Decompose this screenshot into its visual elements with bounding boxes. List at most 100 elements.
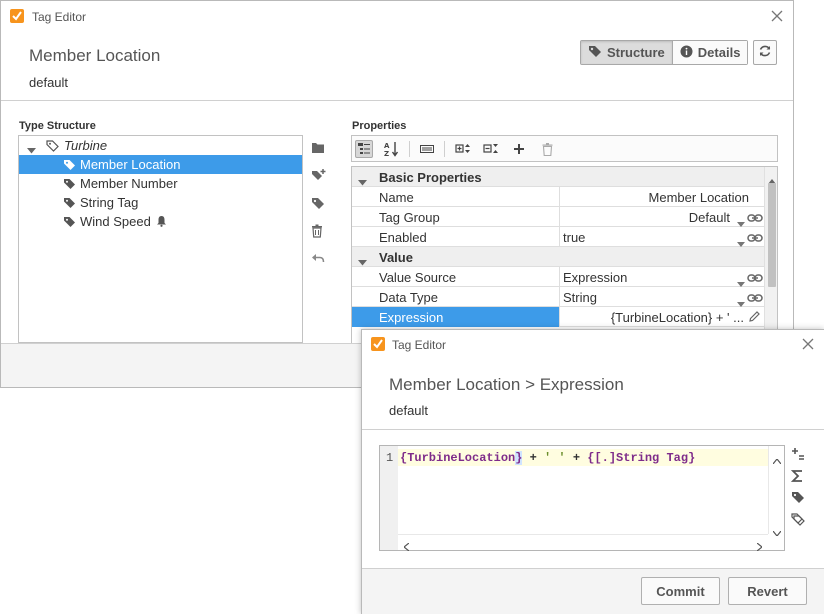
tag-icon: [63, 196, 76, 212]
property-value-cell[interactable]: Member Location: [559, 187, 764, 206]
property-value-cell[interactable]: Default: [559, 207, 764, 227]
sort-alphabetical-icon[interactable]: AZ: [383, 140, 401, 158]
tag-provider-label: default: [389, 403, 429, 418]
trash-icon[interactable]: [538, 140, 556, 158]
tag-icon: [63, 158, 76, 174]
revert-button[interactable]: Revert: [728, 577, 807, 605]
structure-toggle-button[interactable]: Structure: [581, 41, 672, 64]
tag-icon: [63, 177, 76, 193]
details-toggle-button[interactable]: Details: [671, 41, 748, 64]
svg-text:A: A: [384, 142, 390, 150]
function-sigma-icon[interactable]: [790, 469, 807, 485]
tag-icon[interactable]: [311, 196, 327, 212]
properties-label: Properties: [352, 120, 407, 132]
close-icon[interactable]: [800, 336, 816, 352]
property-value: Expression: [563, 270, 628, 285]
tag-provider-label: default: [29, 75, 69, 90]
property-value-cell[interactable]: String: [559, 287, 764, 307]
property-value: Member Location: [648, 190, 749, 205]
tree-item-wind-speed[interactable]: Wind Speed: [19, 212, 302, 231]
property-value: true: [563, 230, 586, 245]
line-number-gutter: 1: [380, 446, 398, 550]
properties-toolbar: AZ: [351, 135, 778, 162]
binding-link-icon[interactable]: [747, 231, 763, 246]
expression-editor-window: Tag Editor Member Location > Expression …: [361, 329, 824, 614]
tree-item-label: Turbine: [64, 138, 108, 153]
tree-item-member-location[interactable]: Member Location: [19, 155, 302, 174]
code-vertical-scrollbar[interactable]: [768, 446, 784, 537]
commit-button[interactable]: Commit: [641, 577, 720, 605]
app-logo-icon: [371, 337, 385, 351]
scroll-left-icon[interactable]: [403, 539, 410, 554]
info-icon: [680, 45, 693, 61]
udt-tag-icon: [46, 139, 59, 155]
scroll-down-icon[interactable]: [772, 524, 782, 539]
page-title: Member Location > Expression: [389, 375, 624, 394]
property-value-cell[interactable]: Expression: [559, 267, 764, 287]
tree-item-label: Member Location: [80, 157, 181, 172]
tree-item-label: Wind Speed: [80, 214, 151, 229]
app-logo-icon: [10, 9, 24, 23]
title-bar[interactable]: Tag Editor: [362, 330, 824, 360]
trash-icon[interactable]: [311, 224, 327, 240]
alarm-bell-icon: [156, 215, 167, 230]
window-title: Tag Editor: [392, 338, 447, 352]
scroll-right-icon[interactable]: [756, 539, 763, 554]
code-line[interactable]: {TurbineLocation} + ' ' + {[.]String Tag…: [398, 449, 768, 466]
property-row-tag-group[interactable]: Tag Group Default: [352, 207, 764, 227]
categorized-view-icon[interactable]: [355, 140, 373, 158]
property-value: String: [563, 290, 597, 305]
category-basic-properties[interactable]: Basic Properties: [352, 167, 764, 187]
collapse-all-icon[interactable]: [482, 140, 500, 158]
edit-pencil-icon[interactable]: [748, 310, 761, 326]
keyboard-icon[interactable]: [418, 140, 436, 158]
property-row-enabled[interactable]: Enabled true: [352, 227, 764, 247]
property-value-cell[interactable]: true: [559, 227, 764, 247]
properties-grid: Basic Properties Name Member Location Ta…: [351, 166, 778, 343]
type-structure-tree[interactable]: Turbine Member Location Member Number St…: [18, 135, 303, 343]
expand-all-icon[interactable]: [454, 140, 472, 158]
window-footer: Commit Revert: [362, 568, 824, 614]
tag-icon: [63, 215, 76, 231]
type-structure-label: Type Structure: [19, 120, 96, 132]
properties-scrollbar[interactable]: [764, 167, 777, 343]
code-horizontal-scrollbar[interactable]: [398, 534, 768, 552]
property-row-data-type[interactable]: Data Type String: [352, 287, 764, 307]
tree-item-string-tag[interactable]: String Tag: [19, 193, 302, 212]
window-title: Tag Editor: [32, 10, 87, 24]
property-row-expression[interactable]: Expression {TurbineLocation} + ' ...: [352, 307, 764, 327]
expression-code-editor[interactable]: 1 {TurbineLocation} + ' ' + {[.]String T…: [379, 445, 785, 552]
scroll-up-icon[interactable]: [772, 452, 782, 467]
page-title: Member Location: [29, 46, 161, 65]
expression-text: {TurbineLocation} + ' ' + {[.]String Tag…: [400, 451, 696, 465]
close-icon[interactable]: [769, 8, 785, 24]
svg-text:Z: Z: [384, 150, 389, 157]
property-row-name[interactable]: Name Member Location: [352, 187, 764, 207]
tree-item-turbine[interactable]: Turbine: [19, 136, 302, 155]
refresh-button[interactable]: [753, 40, 777, 65]
binding-link-icon[interactable]: [747, 211, 763, 226]
binding-link-icon[interactable]: [747, 291, 763, 306]
tree-item-label: Member Number: [80, 176, 178, 191]
property-value-cell[interactable]: {TurbineLocation} + ' ...: [559, 307, 764, 326]
property-value: Default: [688, 210, 730, 225]
category-value[interactable]: Value: [352, 247, 764, 267]
tag-icon[interactable]: [791, 490, 807, 506]
title-bar[interactable]: Tag Editor: [1, 1, 793, 31]
refresh-icon: [758, 44, 772, 61]
undo-icon[interactable]: [311, 252, 327, 268]
add-icon[interactable]: [510, 140, 528, 158]
view-toggle: Structure Details: [580, 40, 749, 65]
header-divider: [362, 429, 824, 430]
binding-link-icon[interactable]: [747, 271, 763, 286]
scrollbar-thumb[interactable]: [768, 183, 776, 287]
property-value: {TurbineLocation} + ' ...: [610, 310, 744, 325]
tag-property-icon[interactable]: [791, 512, 807, 528]
property-row-value-source[interactable]: Value Source Expression: [352, 267, 764, 287]
tree-item-member-number[interactable]: Member Number: [19, 174, 302, 193]
insert-operator-icon[interactable]: [791, 447, 807, 463]
tree-item-label: String Tag: [80, 195, 139, 210]
add-tag-icon[interactable]: [311, 168, 327, 184]
folder-icon[interactable]: [311, 141, 327, 157]
header-divider: [1, 100, 793, 101]
